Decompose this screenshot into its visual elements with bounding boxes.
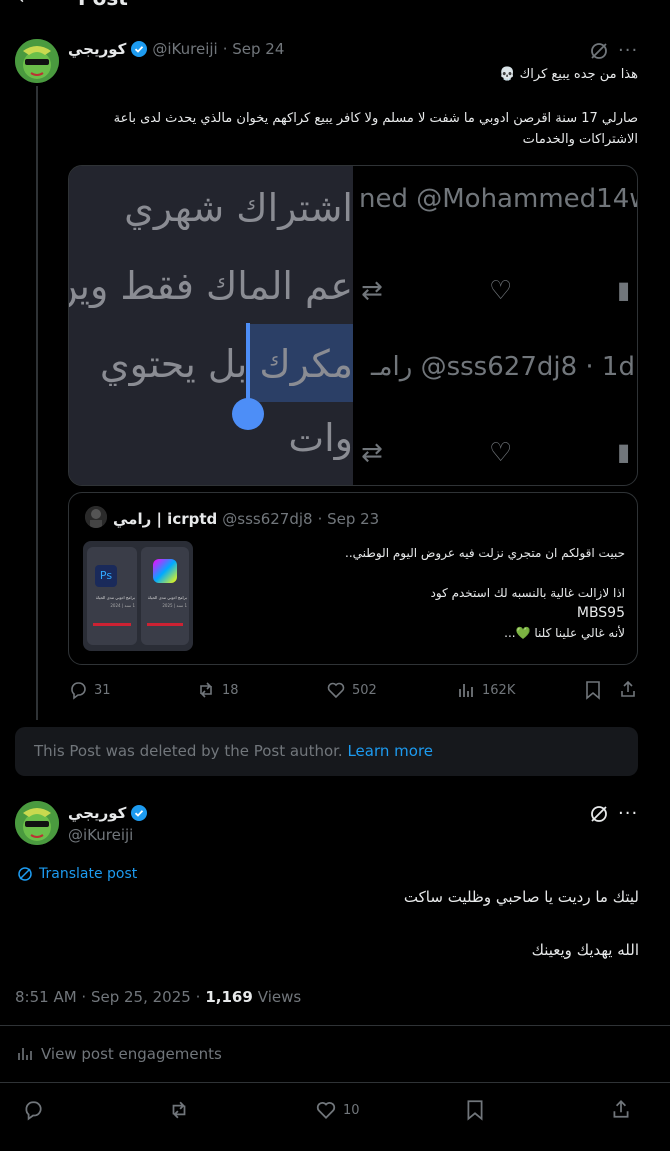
- divider-top: [0, 1025, 670, 1026]
- quote-line-3: اذا لازالت غالية بالنسبه لك استخدم كود: [430, 586, 626, 600]
- repost-icon[interactable]: [168, 1099, 190, 1121]
- views-label: Views: [257, 988, 302, 1006]
- main-post-line2: الله يهديك ويعينك: [531, 941, 639, 959]
- media-repost-icon: ⇄: [361, 276, 383, 306]
- heart-icon: [316, 1102, 336, 1119]
- media-text-line2: عم الماك فقط وين: [69, 264, 353, 308]
- view-engagements-button[interactable]: View post engagements: [17, 1045, 222, 1063]
- like-button[interactable]: 10: [315, 1099, 360, 1121]
- photoshop-icon: Ps: [95, 565, 117, 587]
- media-handle-row1: ned @Mohammed14w: [359, 184, 638, 214]
- views-button[interactable]: 162K: [456, 680, 515, 700]
- selection-caret: [246, 323, 250, 409]
- quote-text: حبيت اقولكم ان متجري نزلت فيه عروض اليوم…: [199, 543, 625, 643]
- thumb-right-title: برامج ادوبي مدى الحياة: [147, 595, 187, 600]
- post-date[interactable]: · Sep 24: [223, 40, 285, 58]
- main-avatar[interactable]: [15, 801, 59, 845]
- repost-count: 18: [222, 682, 239, 698]
- like-button[interactable]: 502: [326, 680, 377, 700]
- quote-line-1: حبيت اقولكم ان متجري نزلت فيه عروض اليوم…: [345, 546, 625, 560]
- main-post-line1: ليتك ما رديت يا صاحبي وظليت ساكت: [403, 888, 639, 906]
- main-author-row: كوريجي: [68, 804, 148, 822]
- views-icon: [459, 684, 473, 697]
- media-text-line3: مكرك بل يحتوي: [99, 342, 353, 386]
- media-text-line1: اشتراك شهري: [124, 186, 353, 230]
- reply-count: 31: [94, 682, 111, 698]
- top-header: ← Post: [0, 0, 670, 12]
- post-text-body: صارلي 17 سنة اقرصن ادوبي ما شفت لا مسلم …: [113, 111, 638, 147]
- translate-post-label[interactable]: Translate post: [39, 866, 137, 882]
- quote-line-5: لأنه غالي علينا كلنا 💚...: [504, 626, 625, 640]
- thumb-right-sub: 1 سنة | 2025: [162, 603, 187, 608]
- reply-button[interactable]: 31: [68, 680, 111, 700]
- thumb-left-stripe: [93, 623, 131, 626]
- media-repost-icon-2: ⇄: [361, 438, 383, 468]
- quote-author-row: رامي | icrptd @sss627dj8 · Sep 23: [113, 510, 379, 528]
- share-icon[interactable]: [618, 679, 638, 699]
- quoted-post[interactable]: رامي | icrptd @sss627dj8 · Sep 23 Ps برا…: [68, 492, 638, 665]
- deleted-post-notice: This Post was deleted by the Post author…: [15, 727, 638, 776]
- media-text-line4: وات: [288, 416, 353, 460]
- like-count: 502: [352, 682, 377, 698]
- post-timestamp[interactable]: 8:51 AM · Sep 25, 2025 ·: [15, 988, 200, 1006]
- bookmark-icon[interactable]: [465, 1099, 485, 1121]
- back-arrow-icon[interactable]: ←: [18, 0, 33, 9]
- post-text-line1: هذا من جده يبيع كراك 💀: [499, 67, 638, 82]
- avatar[interactable]: [15, 39, 59, 83]
- page-title: Post: [78, 0, 128, 10]
- grok-icon[interactable]: [589, 41, 609, 61]
- share-icon[interactable]: [610, 1098, 632, 1120]
- media-like-icon: ♡: [489, 276, 513, 306]
- grok-icon[interactable]: [589, 804, 609, 824]
- more-options-icon[interactable]: ···: [618, 803, 638, 824]
- media-views-icon-2: ▮: [617, 438, 631, 466]
- view-engagements-label[interactable]: View post engagements: [41, 1045, 222, 1063]
- quote-line-2: [199, 563, 625, 583]
- main-author-handle[interactable]: @iKureiji: [68, 826, 133, 844]
- thread-line: [36, 86, 38, 720]
- more-options-icon[interactable]: ···: [618, 40, 638, 61]
- thumb-right-stripe: [147, 623, 183, 626]
- translate-icon: [18, 867, 32, 881]
- reply-icon: [71, 682, 86, 700]
- quote-avatar[interactable]: [85, 506, 107, 528]
- media-like-icon-2: ♡: [489, 438, 513, 468]
- media-handle-row2: رامـ @sss627dj8 · 1d: [371, 352, 635, 382]
- learn-more-link[interactable]: Learn more: [347, 742, 433, 760]
- selection-handle: [232, 398, 264, 430]
- views-count: 162K: [482, 682, 516, 698]
- reply-icon[interactable]: [22, 1099, 44, 1121]
- author-name[interactable]: كوريجي: [68, 40, 126, 58]
- author-handle[interactable]: @iKureiji: [152, 40, 217, 58]
- post-author-row: كوريجي @iKureiji · Sep 24: [68, 40, 284, 58]
- media-views-icon: ▮: [617, 276, 631, 304]
- creative-cloud-icon: [153, 559, 177, 583]
- engagements-icon: [18, 1048, 32, 1060]
- quote-date[interactable]: · Sep 23: [318, 510, 380, 528]
- post-meta: 8:51 AM · Sep 25, 2025 · 1,169 Views: [15, 988, 301, 1006]
- main-author-name[interactable]: كوريجي: [68, 804, 126, 822]
- deleted-notice-text: This Post was deleted by the Post author…: [34, 742, 343, 760]
- views-total: 1,169: [205, 988, 253, 1006]
- bookmark-icon[interactable]: [584, 680, 602, 700]
- quote-thumbnail[interactable]: Ps برامج ادوبي مدى الحياة 1 سنة | 2024 ب…: [83, 541, 193, 651]
- quote-handle[interactable]: @sss627dj8: [222, 510, 312, 528]
- quote-author-name[interactable]: رامي | icrptd: [113, 510, 217, 528]
- translate-post-button[interactable]: Translate post: [17, 866, 137, 882]
- post-media-image[interactable]: اشتراك شهري عم الماك فقط وين مكرك بل يحت…: [68, 165, 638, 486]
- verified-badge-icon: [131, 41, 148, 57]
- thumb-left-sub: 1 سنة | 2024: [110, 603, 135, 608]
- repost-button[interactable]: 18: [196, 680, 239, 700]
- thumb-card-right: برامج ادوبي مدى الحياة 1 سنة | 2025: [141, 547, 189, 645]
- divider-bottom: [0, 1082, 670, 1083]
- heart-icon: [327, 682, 345, 699]
- quote-line-4: MBS95: [576, 605, 625, 621]
- thumb-card-left: Ps برامج ادوبي مدى الحياة 1 سنة | 2024: [87, 547, 137, 645]
- thumb-left-title: برامج ادوبي مدى الحياة: [95, 595, 135, 600]
- main-like-count: 10: [343, 1102, 360, 1118]
- verified-badge-icon: [131, 805, 148, 821]
- repost-icon: [200, 682, 212, 698]
